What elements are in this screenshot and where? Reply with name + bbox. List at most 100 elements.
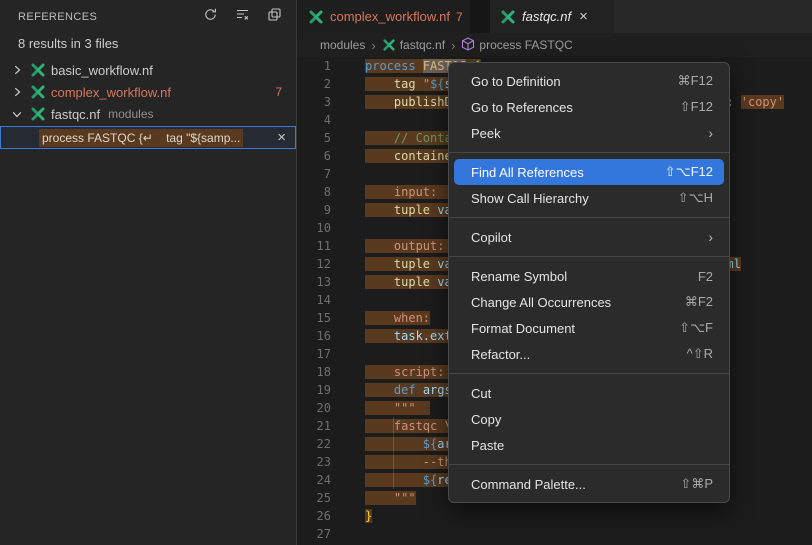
menu-item-label: Command Palette... bbox=[471, 477, 586, 492]
tab-complex-workflow[interactable]: complex_workflow.nf 7 bbox=[298, 0, 470, 33]
menu-item-rename-symbol[interactable]: Rename SymbolF2 bbox=[449, 263, 729, 289]
line-number: 13 bbox=[298, 273, 331, 291]
clear-all-button[interactable] bbox=[232, 7, 252, 27]
tree-file-row[interactable]: complex_workflow.nf 7 bbox=[0, 81, 296, 103]
menu-item-show-call-hierarchy[interactable]: Show Call Hierarchy⇧⌥H bbox=[449, 185, 729, 211]
menu-item-shortcut: ⇧⌘P bbox=[680, 476, 713, 492]
chevron-right-icon: › bbox=[371, 38, 375, 53]
menu-item-refactor[interactable]: Refactor...^⇧R bbox=[449, 341, 729, 367]
symbol-namespace-icon bbox=[461, 37, 475, 54]
menu-separator bbox=[449, 373, 729, 374]
menu-item-label: Go to References bbox=[471, 100, 573, 115]
file-name: basic_workflow.nf bbox=[51, 63, 153, 78]
reference-result-text: process FASTQC {↵ tag "${samp... bbox=[39, 129, 243, 147]
menu-item-shortcut: ⇧⌥F12 bbox=[665, 164, 713, 180]
nextflow-file-icon bbox=[30, 84, 46, 100]
code-line[interactable]: 26} bbox=[298, 507, 812, 525]
dismiss-result-icon[interactable]: × bbox=[277, 130, 286, 145]
breadcrumb-folder[interactable]: modules bbox=[320, 38, 365, 52]
line-number: 20 bbox=[298, 399, 331, 417]
tab-separator bbox=[470, 0, 490, 33]
menu-item-go-to-definition[interactable]: Go to Definition⌘F12 bbox=[449, 68, 729, 94]
breadcrumb-file-label: fastqc.nf bbox=[400, 38, 445, 52]
line-number: 19 bbox=[298, 381, 331, 399]
menu-item-label: Copy bbox=[471, 412, 501, 427]
line-number: 12 bbox=[298, 255, 331, 273]
references-panel-header: REFERENCES bbox=[0, 0, 296, 34]
refresh-icon bbox=[203, 7, 218, 27]
line-number: 18 bbox=[298, 363, 331, 381]
nextflow-file-icon bbox=[382, 38, 396, 52]
references-tree: basic_workflow.nf complex_workflow.nf 7 fas… bbox=[0, 59, 296, 125]
menu-item-paste[interactable]: Paste bbox=[449, 432, 729, 458]
chevron-right-icon[interactable] bbox=[9, 84, 25, 100]
tab-close-icon[interactable]: × bbox=[579, 9, 588, 24]
menu-item-label: Cut bbox=[471, 386, 491, 401]
menu-separator bbox=[449, 152, 729, 153]
results-summary: 8 results in 3 files bbox=[0, 34, 296, 59]
menu-item-shortcut: ⌘F2 bbox=[685, 294, 713, 310]
line-number: 17 bbox=[298, 345, 331, 363]
line-number: 7 bbox=[298, 165, 331, 183]
chevron-right-icon: › bbox=[451, 38, 455, 53]
tab-bar: complex_workflow.nf 7 fastqc.nf × bbox=[298, 0, 812, 33]
nextflow-file-icon bbox=[308, 9, 324, 25]
menu-item-command-palette[interactable]: Command Palette... ⇧⌘P bbox=[449, 471, 729, 497]
nextflow-file-icon bbox=[500, 9, 516, 25]
file-path-hint: modules bbox=[108, 107, 153, 121]
references-panel: REFERENCES 8 resul bbox=[0, 0, 297, 545]
tree-file-row[interactable]: basic_workflow.nf bbox=[0, 59, 296, 81]
menu-item-shortcut: ⇧⌥H bbox=[678, 190, 713, 206]
menu-item-copilot[interactable]: Copilot› bbox=[449, 224, 729, 250]
line-number: 3 bbox=[298, 93, 331, 111]
file-name: fastqc.nf bbox=[51, 107, 100, 122]
nextflow-file-icon bbox=[30, 106, 46, 122]
breadcrumb: modules › fastqc.nf › process FASTQC bbox=[298, 33, 812, 57]
line-number: 24 bbox=[298, 471, 331, 489]
menu-item-shortcut: F2 bbox=[698, 269, 713, 284]
collapse-all-icon bbox=[267, 7, 282, 27]
empty-tab-space bbox=[614, 0, 812, 33]
menu-item-go-to-references[interactable]: Go to References⇧F12 bbox=[449, 94, 729, 120]
menu-item-label: Change All Occurrences bbox=[471, 295, 611, 310]
menu-item-cut[interactable]: Cut bbox=[449, 380, 729, 406]
line-number: 27 bbox=[298, 525, 331, 543]
line-number: 23 bbox=[298, 453, 331, 471]
breadcrumb-symbol[interactable]: process FASTQC bbox=[461, 37, 572, 54]
line-number: 6 bbox=[298, 147, 331, 165]
line-number: 22 bbox=[298, 435, 331, 453]
line-number: 10 bbox=[298, 219, 331, 237]
menu-item-copy[interactable]: Copy bbox=[449, 406, 729, 432]
breadcrumb-symbol-label: process FASTQC bbox=[479, 38, 572, 52]
breadcrumb-file[interactable]: fastqc.nf bbox=[382, 38, 445, 52]
tree-file-row[interactable]: fastqc.nf modules bbox=[0, 103, 296, 125]
menu-separator bbox=[449, 464, 729, 465]
line-number: 11 bbox=[298, 237, 331, 255]
collapse-all-button[interactable] bbox=[264, 7, 284, 27]
menu-item-label: Refactor... bbox=[471, 347, 530, 362]
refresh-button[interactable] bbox=[200, 7, 220, 27]
result-count-badge: 7 bbox=[275, 85, 282, 99]
tab-label: complex_workflow.nf bbox=[330, 9, 450, 24]
menu-item-find-all-references[interactable]: Find All References ⇧⌥F12 bbox=[454, 159, 724, 185]
menu-item-format-document[interactable]: Format Document⇧⌥F bbox=[449, 315, 729, 341]
file-name: complex_workflow.nf bbox=[51, 85, 171, 100]
line-number: 25 bbox=[298, 489, 331, 507]
reference-result-item[interactable]: process FASTQC {↵ tag "${samp... × bbox=[0, 126, 296, 149]
menu-item-shortcut: ⌘F12 bbox=[678, 73, 713, 89]
menu-item-peek[interactable]: Peek› bbox=[449, 120, 729, 146]
menu-separator bbox=[449, 217, 729, 218]
line-number: 4 bbox=[298, 111, 331, 129]
context-menu: Go to Definition⌘F12Go to References⇧F12… bbox=[448, 62, 730, 503]
menu-item-label: Find All References bbox=[471, 165, 584, 180]
menu-separator bbox=[449, 256, 729, 257]
chevron-down-icon[interactable] bbox=[9, 106, 25, 122]
chevron-right-icon[interactable] bbox=[9, 62, 25, 78]
line-number: 5 bbox=[298, 129, 331, 147]
tab-label: fastqc.nf bbox=[522, 9, 571, 24]
code-line[interactable]: 27 bbox=[298, 525, 812, 543]
clear-all-icon bbox=[235, 7, 250, 27]
tab-fastqc[interactable]: fastqc.nf × bbox=[490, 0, 614, 33]
line-number: 14 bbox=[298, 291, 331, 309]
menu-item-change-all-occurrences[interactable]: Change All Occurrences ⌘F2 bbox=[449, 289, 729, 315]
